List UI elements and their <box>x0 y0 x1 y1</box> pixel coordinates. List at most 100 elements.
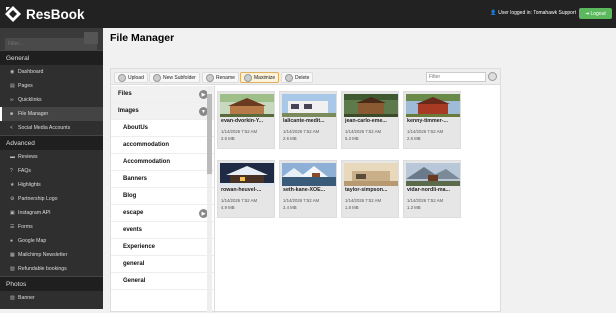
folder-tree-item[interactable]: Experience <box>111 239 214 256</box>
user-info: 👤 User logged in: Tomahawk Support <box>490 10 576 16</box>
file-date: 1/14/2026 7:52 AM <box>345 198 382 203</box>
file-name: rowan-heuvel-... <box>221 187 262 193</box>
new-subfolder-label: New Subfolder <box>163 74 196 81</box>
link-icon: ∞ <box>10 96 14 103</box>
folder-tree-item[interactable]: events <box>111 222 214 239</box>
folder-tree-scrollbar[interactable] <box>207 86 212 313</box>
folder-label: accommodation <box>123 142 170 148</box>
file-name: taylor-simpson... <box>345 187 388 193</box>
sidebar-item-mailchimp-newsletter[interactable]: ▦ Mailchimp Newsletter <box>0 248 103 262</box>
file-thumbnail[interactable]: jean-carlo-eme... 1/14/2026 7:52 AM 5.3 MB <box>341 91 399 149</box>
folder-tree-item[interactable]: Banners <box>111 171 214 188</box>
sidebar-item-label: Banner <box>18 295 35 301</box>
folder-tree-item[interactable]: general <box>111 256 214 273</box>
sidebar-item-refundable-bookings[interactable]: ▧ Refundable bookings <box>0 262 103 276</box>
image-icon: ▨ <box>10 294 15 301</box>
file-name: vidar-nordli-ma... <box>407 187 450 193</box>
user-icon: 👤 <box>490 10 497 16</box>
folder-tree-item[interactable]: AboutUs <box>111 120 214 137</box>
sidebar-item-faqs[interactable]: ? FAQs <box>0 164 103 178</box>
sidebar-section-title[interactable]: Photos <box>0 276 103 291</box>
app-logo[interactable]: ResBook <box>4 5 85 23</box>
folder-label: escape <box>123 210 144 216</box>
new-folder-icon <box>153 73 161 82</box>
file-preview-image <box>220 94 274 117</box>
file-name: seth-kane-XOE... <box>283 187 326 193</box>
folder-tree-item[interactable]: Images ▼ <box>111 103 214 120</box>
sidebar-filter <box>0 28 103 50</box>
user-logged-in-text: User logged in: Tomahawk Support <box>498 10 576 16</box>
file-size: 4.9 MB <box>221 205 235 210</box>
sidebar-item-pages[interactable]: ▤ Pages <box>0 79 103 93</box>
sidebar-item-instagram-api[interactable]: ▣ Instagram API <box>0 206 103 220</box>
sidebar-item-label: Reviews <box>18 154 38 160</box>
folder-label: general <box>123 261 145 267</box>
folder-label: General <box>123 278 146 284</box>
sidebar-item-label: Pages <box>18 83 33 89</box>
sidebar-item-reviews[interactable]: ▬ Reviews <box>0 150 103 164</box>
file-manager-toolbar: Upload New Subfolder Rename Maximize Del… <box>111 69 500 85</box>
sidebar-section-title[interactable]: General <box>0 50 103 65</box>
sidebar-item-label: Highlights <box>18 182 41 188</box>
file-date: 1/14/2026 7:52 AM <box>283 198 320 203</box>
sidebar-item-highlights[interactable]: ★ Highlights <box>0 178 103 192</box>
bookings-icon: ▧ <box>10 265 15 272</box>
file-size: 1.3 MB <box>407 205 421 210</box>
file-thumbnail[interactable]: vidar-nordli-ma... 1/14/2026 7:52 AM 1.3 M… <box>403 160 461 218</box>
folder-tree-item[interactable]: Accommodation <box>111 154 214 171</box>
folder-label: Images <box>118 108 139 114</box>
file-thumbnail[interactable]: taylor-simpson... 1/14/2026 7:52 AM 1.8 MB <box>341 160 399 218</box>
upload-label: Upload <box>128 74 144 81</box>
file-thumbnail[interactable]: seth-kane-XOE... 1/14/2026 7:52 AM 2.4 MB <box>279 160 337 218</box>
top-bar: ResBook 👤 User logged in: Tomahawk Suppo… <box>0 0 616 28</box>
sidebar-item-file-manager[interactable]: ■ File Manager <box>0 107 103 121</box>
mailchimp-icon: ▦ <box>10 251 15 258</box>
scrollbar-thumb[interactable] <box>207 94 212 174</box>
file-size: 1.8 MB <box>345 205 359 210</box>
sidebar-item-social-media-accounts[interactable]: < Social Media Accounts <box>0 121 103 135</box>
star-icon: ★ <box>10 181 15 188</box>
file-name: evan-dvorkin-Y... <box>221 118 264 124</box>
logout-button[interactable]: ➔ Logout <box>579 8 612 19</box>
maximize-button[interactable]: Maximize <box>240 72 280 83</box>
sidebar-item-quicklinks[interactable]: ∞ Quicklinks <box>0 93 103 107</box>
file-filter-clear-icon[interactable] <box>488 72 497 81</box>
file-thumbnail[interactable]: kenny-timmer-... 1/14/2026 7:52 AM 2.6 MB <box>403 91 461 149</box>
sidebar-filter-button[interactable] <box>84 32 98 44</box>
file-name: jean-carlo-eme... <box>345 118 387 124</box>
file-preview-image <box>220 163 274 186</box>
upload-button[interactable]: Upload <box>114 72 148 83</box>
rename-button[interactable]: Rename <box>202 72 239 83</box>
file-thumbnail[interactable]: evan-dvorkin-Y... 1/14/2026 7:52 AM 2.5 MB <box>217 91 275 149</box>
logout-label: Logout <box>590 10 606 17</box>
forms-icon: ☰ <box>10 223 15 230</box>
file-thumbnail[interactable]: rowan-heuvel-... 1/14/2026 7:52 AM 4.9 MB <box>217 160 275 218</box>
sidebar-item-partnership-logo[interactable]: ⚙ Partnership Logo <box>0 192 103 206</box>
app-name: ResBook <box>26 6 85 22</box>
sidebar-item-banner[interactable]: ▨ Banner <box>0 291 103 305</box>
folder-tree-item[interactable]: Files ▶ <box>111 86 214 103</box>
file-preview-image <box>406 94 460 117</box>
new-subfolder-button[interactable]: New Subfolder <box>149 72 200 83</box>
folder-tree-item[interactable]: Blog <box>111 188 214 205</box>
file-thumbnail[interactable]: lalicante-medit... 1/14/2026 7:52 AM 2.6 M… <box>279 91 337 149</box>
file-preview-image <box>344 163 398 186</box>
file-size: 2.5 MB <box>221 136 235 141</box>
share-icon: < <box>10 124 13 131</box>
delete-button[interactable]: Delete <box>281 72 314 83</box>
sidebar-section-title[interactable]: Advanced <box>0 135 103 150</box>
folder-tree-item[interactable]: General <box>111 273 214 290</box>
folder-label: events <box>123 227 143 233</box>
sidebar-item-google-map[interactable]: ● Google Map <box>0 234 103 248</box>
file-date: 1/14/2026 7:52 AM <box>407 198 444 203</box>
folder-tree-item[interactable]: accommodation <box>111 137 214 154</box>
logo-icon <box>5 6 21 22</box>
sidebar-item-dashboard[interactable]: ◉ Dashboard <box>0 65 103 79</box>
rename-icon <box>206 73 214 82</box>
folder-tree-item[interactable]: escape ▶ <box>111 205 214 222</box>
folder-label: AboutUs <box>123 125 148 131</box>
sidebar-item-forms[interactable]: ☰ Forms <box>0 220 103 234</box>
file-filter-input[interactable] <box>426 72 486 82</box>
folder-label: Banners <box>123 176 148 182</box>
dashboard-icon: ◉ <box>10 68 15 75</box>
